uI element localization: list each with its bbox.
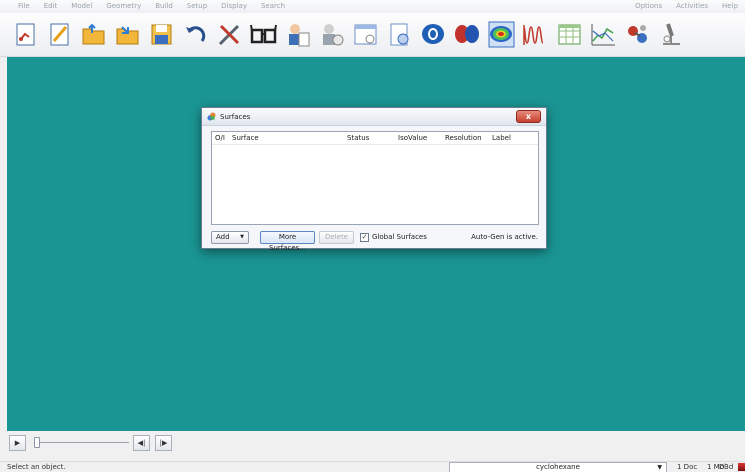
frame-slider-thumb[interactable] xyxy=(34,437,40,448)
edit-document-icon xyxy=(50,23,69,46)
column-header-oi[interactable]: O/I xyxy=(215,134,225,142)
surface-map-icon xyxy=(488,21,515,48)
menu-item-setup[interactable]: Setup xyxy=(180,0,214,13)
status-bar: Select an object. cyclohexane ▼ 1 Doc 1 … xyxy=(0,461,745,472)
add-label: Add xyxy=(216,233,230,241)
save-folder-icon xyxy=(151,24,172,45)
delete-button[interactable]: Delete xyxy=(319,231,354,244)
play-button[interactable]: ▶ xyxy=(9,435,26,451)
column-header-status[interactable]: Status xyxy=(347,134,369,142)
symmetry-label: D3d xyxy=(719,463,734,471)
frame-slider-track[interactable] xyxy=(36,442,129,443)
person-settings-icon xyxy=(323,24,344,46)
more-surfaces-button[interactable]: More Surfaces... xyxy=(260,231,315,252)
status-message: Select an object. xyxy=(7,463,66,471)
folder-arrow-button[interactable] xyxy=(114,21,141,48)
folder-arrow-icon xyxy=(116,26,139,45)
spectrum-peaks-button[interactable] xyxy=(522,21,549,48)
surfaces-app-icon xyxy=(207,112,216,121)
column-header-isovalue[interactable]: IsoValue xyxy=(398,134,427,142)
surfaces-dialog: Surfaces x O/I Surface Status IsoValue R… xyxy=(201,107,547,252)
status-indicator-icon xyxy=(738,463,745,471)
document-preview-icon xyxy=(390,23,409,46)
table-grid-icon xyxy=(558,24,581,45)
tools-icon xyxy=(218,24,240,46)
line-plot-button[interactable] xyxy=(590,21,617,48)
step-forward-button[interactable]: |▶ xyxy=(155,435,172,451)
blue-blob-button[interactable] xyxy=(420,21,447,48)
undo-icon xyxy=(186,26,206,42)
step-back-button[interactable]: ◀| xyxy=(133,435,150,451)
table-grid-button[interactable] xyxy=(556,21,583,48)
microscope-icon xyxy=(663,23,680,45)
molecule-select-value: cyclohexane xyxy=(536,463,580,471)
menu-bar: File Edit Model Geometry Build Setup Display Se… xyxy=(0,0,745,13)
menu-item-geometry[interactable]: Geometry xyxy=(99,0,148,13)
menu-item-help[interactable]: Help xyxy=(715,0,745,13)
menu-right: Options Activities Help xyxy=(628,0,745,13)
molecule-icon xyxy=(628,25,647,43)
menu-item-model[interactable]: Model xyxy=(64,0,99,13)
surface-map-button[interactable] xyxy=(488,21,515,48)
menu-item-build[interactable]: Build xyxy=(148,0,180,13)
column-header-label[interactable]: Label xyxy=(492,134,511,142)
close-button[interactable]: x xyxy=(516,110,541,123)
column-header-surface[interactable]: Surface xyxy=(232,134,259,142)
autogen-status: Auto-Gen is active. xyxy=(471,233,538,241)
spectrum-peaks-icon xyxy=(523,25,544,45)
animation-bar xyxy=(0,431,745,461)
tools-button[interactable] xyxy=(216,21,243,48)
menu-item-options[interactable]: Options xyxy=(628,0,669,13)
red-blue-orbital-icon xyxy=(455,25,479,43)
toolbar xyxy=(0,13,745,57)
add-dropdown-button[interactable]: Add ▼ xyxy=(211,231,249,244)
menu-item-display[interactable]: Display xyxy=(214,0,254,13)
person-clipboard-icon xyxy=(289,24,310,47)
dialog-titlebar[interactable]: Surfaces x xyxy=(202,108,546,126)
chevron-down-icon: ▼ xyxy=(657,464,662,471)
dialog-footer: Add ▼ More Surfaces... Delete ✓ Global S… xyxy=(211,230,539,252)
document-preview-button[interactable] xyxy=(386,21,413,48)
global-surfaces-label[interactable]: Global Surfaces xyxy=(372,233,427,241)
global-surfaces-checkbox[interactable]: ✓ xyxy=(360,233,369,242)
glasses-view-icon xyxy=(250,24,277,44)
new-document-button[interactable] xyxy=(12,21,39,48)
person-clipboard-button[interactable] xyxy=(284,21,311,48)
open-folder-button[interactable] xyxy=(80,21,107,48)
blue-blob-icon xyxy=(422,24,444,44)
menu-item-edit[interactable]: Edit xyxy=(37,0,65,13)
molecule-select[interactable]: cyclohexane ▼ xyxy=(449,462,667,472)
menu-item-search[interactable]: Search xyxy=(254,0,292,13)
chevron-down-icon: ▼ xyxy=(240,234,244,240)
edit-document-button[interactable] xyxy=(46,21,73,48)
menu-item-file[interactable]: File xyxy=(0,0,37,13)
dialog-title: Surfaces xyxy=(220,112,251,121)
line-plot-icon xyxy=(591,24,615,46)
column-header-resolution[interactable]: Resolution xyxy=(445,134,482,142)
red-blue-orbital-button[interactable] xyxy=(454,21,481,48)
open-folder-icon xyxy=(82,23,105,45)
person-settings-button[interactable] xyxy=(318,21,345,48)
menu-left: File Edit Model Geometry Build Setup Display Se… xyxy=(0,0,292,13)
glasses-view-button[interactable] xyxy=(250,21,277,48)
microscope-button[interactable] xyxy=(658,21,685,48)
undo-button[interactable] xyxy=(182,21,209,48)
window-calendar-icon xyxy=(354,24,377,45)
surfaces-table[interactable]: O/I Surface Status IsoValue Resolution L… xyxy=(211,131,539,225)
save-folder-button[interactable] xyxy=(148,21,175,48)
window-calendar-button[interactable] xyxy=(352,21,379,48)
new-document-icon xyxy=(16,23,35,46)
table-header: O/I Surface Status IsoValue Resolution L… xyxy=(212,132,538,145)
menu-item-activities[interactable]: Activities xyxy=(669,0,715,13)
doc-count: 1 Doc xyxy=(677,463,698,471)
molecule-button[interactable] xyxy=(624,21,651,48)
